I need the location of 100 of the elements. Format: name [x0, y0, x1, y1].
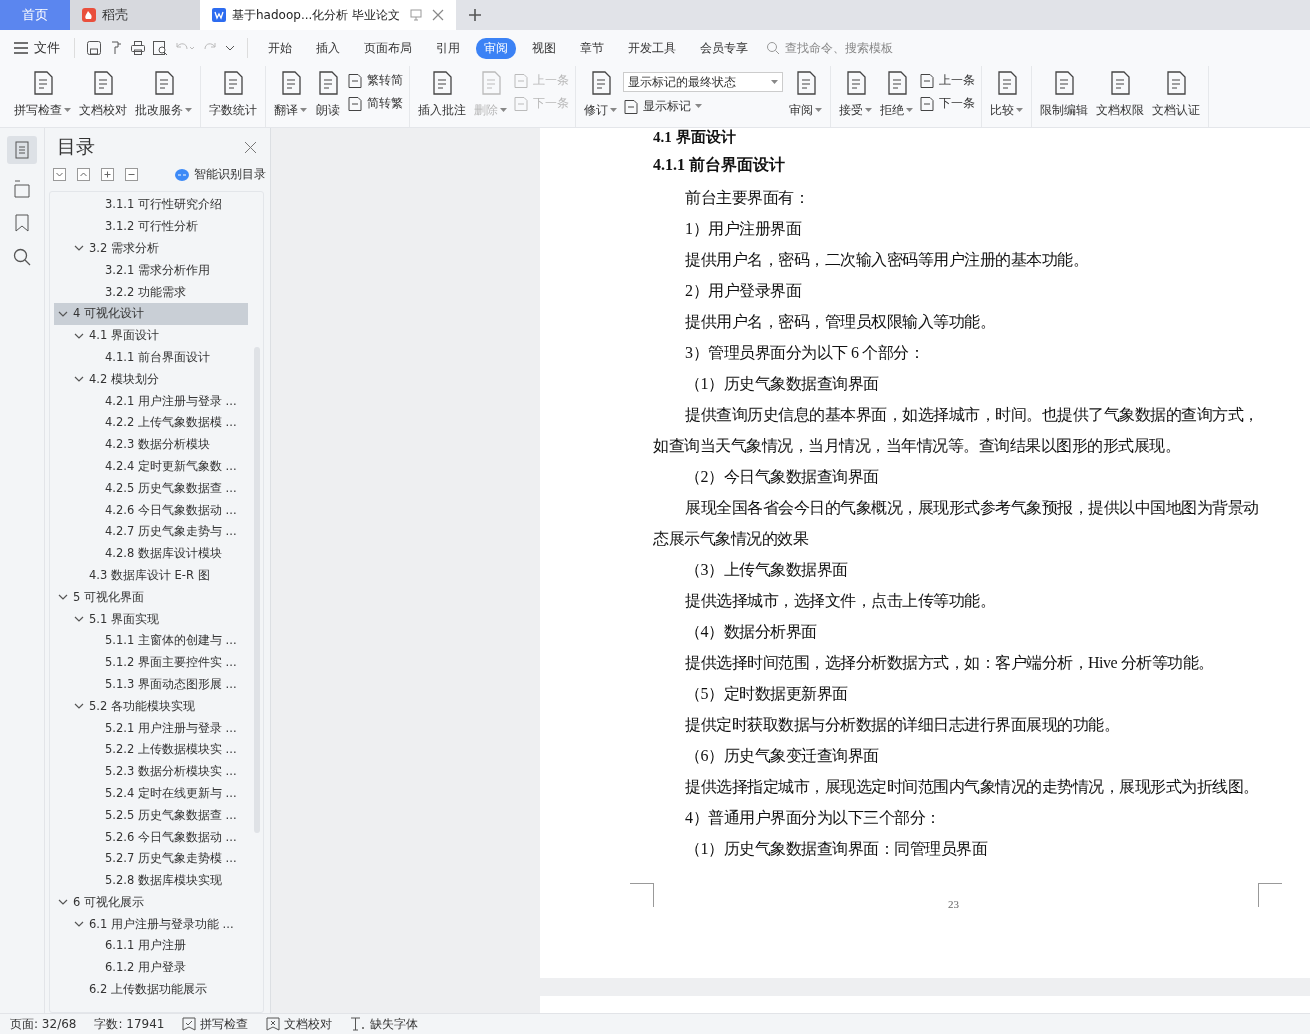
- toc-item[interactable]: 5.2.2 上传数据模块实 ...: [54, 738, 248, 761]
- ribbon-tab[interactable]: 会员专享: [692, 37, 756, 59]
- toc-item[interactable]: 5 可视化界面: [54, 586, 248, 609]
- ribbon-button[interactable]: 拒绝: [878, 70, 915, 119]
- ribbon-tab[interactable]: 开始: [260, 37, 300, 59]
- document-icon: [919, 72, 935, 89]
- toc-item[interactable]: 5.2.1 用户注册与登录 ...: [54, 717, 248, 739]
- toc-item[interactable]: 3.2 需求分析: [54, 237, 248, 260]
- ribbon-button[interactable]: 上一条: [919, 72, 975, 89]
- file-menu-button[interactable]: 文件: [14, 39, 66, 57]
- search-icon: [766, 41, 780, 55]
- toc-item[interactable]: 6.1 用户注册与登录功能 ...: [54, 913, 248, 936]
- ribbon-tab[interactable]: 视图: [524, 37, 564, 59]
- ribbon-button[interactable]: 修订: [582, 70, 619, 119]
- close-icon[interactable]: [432, 9, 445, 21]
- print-icon[interactable]: [130, 40, 146, 56]
- ribbon-button[interactable]: 文档校对: [77, 70, 129, 119]
- toc-item[interactable]: 4.3 数据库设计 E-R 图: [54, 564, 248, 587]
- toc-item[interactable]: 4.2.1 用户注册与登录 ...: [54, 390, 248, 412]
- toc-item[interactable]: 6 可视化展示: [54, 891, 248, 914]
- toc-item[interactable]: 5.2.8 数据库模块实现: [54, 869, 248, 892]
- ribbon-button[interactable]: 拼写检查: [12, 70, 73, 119]
- smart-toc-button[interactable]: 智能识别目录: [175, 166, 266, 183]
- paragraph: （3）上传气象数据界面: [684, 560, 849, 580]
- status-button[interactable]: 拼写检查: [182, 1015, 249, 1033]
- ribbon-button[interactable]: 文档认证: [1150, 70, 1202, 119]
- paragraph: 1）用户注册界面: [684, 219, 803, 239]
- cloud-icon: [175, 168, 189, 181]
- ribbon-tab[interactable]: 引用: [428, 37, 468, 59]
- remove-icon[interactable]: [125, 168, 138, 181]
- toc-item[interactable]: 4.1 界面设计: [54, 324, 248, 347]
- toc-item[interactable]: 6.1.1 用户注册: [54, 935, 248, 957]
- bookmark-icon[interactable]: [15, 214, 29, 232]
- status-button[interactable]: 缺失字体: [350, 1015, 419, 1033]
- ribbon-button[interactable]: 审阅: [787, 70, 824, 119]
- ribbon-button[interactable]: 下一条: [919, 95, 975, 112]
- ribbon-button[interactable]: 文档权限: [1094, 70, 1146, 119]
- toc-item[interactable]: 3.1.2 可行性分析: [54, 215, 248, 238]
- collapse-icon[interactable]: [77, 168, 90, 181]
- ribbon-button[interactable]: 批改服务: [133, 70, 194, 119]
- panel-title: 目录: [57, 134, 95, 159]
- ribbon-button[interactable]: 繁转简: [347, 72, 403, 89]
- document-tab[interactable]: 稻壳: [70, 0, 200, 30]
- toc-item[interactable]: 3.2.1 需求分析作用: [54, 259, 248, 282]
- ribbon-tab[interactable]: 页面布局: [356, 37, 420, 59]
- toc-item[interactable]: 5.2.7 历史气象走势模 ...: [54, 847, 248, 870]
- ribbon-tab[interactable]: 审阅: [476, 37, 516, 59]
- document-tab[interactable]: 基于hadoop...化分析 毕业论文: [200, 0, 457, 30]
- toc-item[interactable]: 5.1.3 界面动态图形展 ...: [54, 673, 248, 696]
- ribbon-button[interactable]: 比较: [988, 70, 1025, 119]
- toc-item[interactable]: 5.1 界面实现: [54, 608, 248, 630]
- toc-item[interactable]: 4.2.3 数据分析模块: [54, 433, 248, 456]
- crop-mark: [1258, 883, 1282, 907]
- ribbon-button[interactable]: 翻译: [272, 70, 309, 119]
- toc-item[interactable]: 5.2.5 历史气象数据查 ...: [54, 804, 248, 827]
- ribbon-button[interactable]: 限制编辑: [1038, 70, 1090, 119]
- ribbon-button[interactable]: 简转繁: [347, 95, 403, 112]
- save-icon[interactable]: [86, 40, 102, 56]
- toc-item[interactable]: 5.2.3 数据分析模块实 ...: [54, 760, 248, 783]
- toc-item[interactable]: 4.2.7 历史气象走势与 ...: [54, 520, 248, 543]
- toc-item[interactable]: 6.2 上传数据功能展示: [54, 978, 248, 1001]
- toc-item[interactable]: 4.2.6 今日气象数据动 ...: [54, 499, 248, 521]
- ribbon-button[interactable]: 显示标记: [623, 98, 783, 115]
- ribbon-button[interactable]: 接受: [837, 70, 874, 119]
- search-icon[interactable]: [13, 248, 31, 266]
- ribbon-button[interactable]: 字数统计: [207, 70, 259, 119]
- command-search-field[interactable]: 查找命令、搜索模板: [766, 40, 937, 56]
- toc-item[interactable]: 4.2.4 定时更新气象数 ...: [54, 455, 248, 478]
- toc-item[interactable]: 5.1.1 主窗体的创建与 ...: [54, 629, 248, 652]
- toc-item[interactable]: 4 可视化设计: [54, 303, 248, 325]
- ribbon-button[interactable]: 插入批注: [416, 70, 468, 119]
- word-count[interactable]: 字数: 17941: [94, 1015, 165, 1033]
- toc-item[interactable]: 3.2.2 功能需求: [54, 281, 248, 303]
- toc-item[interactable]: 4.2.5 历史气象数据查 ...: [54, 477, 248, 500]
- toc-item[interactable]: 4.1.1 前台界面设计: [54, 346, 248, 369]
- close-icon[interactable]: [245, 141, 256, 153]
- ribbon-tab[interactable]: 开发工具: [620, 37, 684, 59]
- toc-item[interactable]: 5.2.6 今日气象数据动 ...: [54, 826, 248, 848]
- toc-item[interactable]: 4.2.8 数据库设计模块: [54, 542, 248, 565]
- toc-item[interactable]: 6.1.2 用户登录: [54, 956, 248, 979]
- toc-item[interactable]: 4.2.2 上传气象数据模 ...: [54, 411, 248, 434]
- page-count[interactable]: 页面: 32/68: [10, 1015, 77, 1033]
- new-tab-icon[interactable]: [468, 8, 483, 22]
- toc-item[interactable]: 5.1.2 界面主要控件实 ...: [54, 651, 248, 674]
- ribbon-tab[interactable]: 插入: [308, 37, 348, 59]
- ribbon-tab[interactable]: 章节: [572, 37, 612, 59]
- toc-item[interactable]: 4.2 模块划分: [54, 368, 248, 391]
- expand-icon[interactable]: [53, 168, 66, 181]
- ribbon-button[interactable]: 朗读: [313, 70, 343, 119]
- add-icon[interactable]: [101, 168, 114, 181]
- toc-item[interactable]: 5.2 各功能模块实现: [54, 695, 248, 718]
- check-icon: [182, 1017, 197, 1031]
- preview-icon[interactable]: [152, 40, 168, 56]
- caret-icon: [610, 108, 617, 113]
- toc-item[interactable]: 3.1.1 可行性研究介绍: [54, 194, 248, 216]
- section-heading: 4.1 界面设计: [653, 128, 737, 147]
- status-button[interactable]: 文档校对: [266, 1015, 333, 1033]
- toc-item[interactable]: 5.2.4 定时在线更新与 ...: [54, 782, 248, 805]
- markup-dropdown[interactable]: 显示标记的最终状态: [623, 72, 783, 92]
- caret-icon: [300, 108, 307, 113]
